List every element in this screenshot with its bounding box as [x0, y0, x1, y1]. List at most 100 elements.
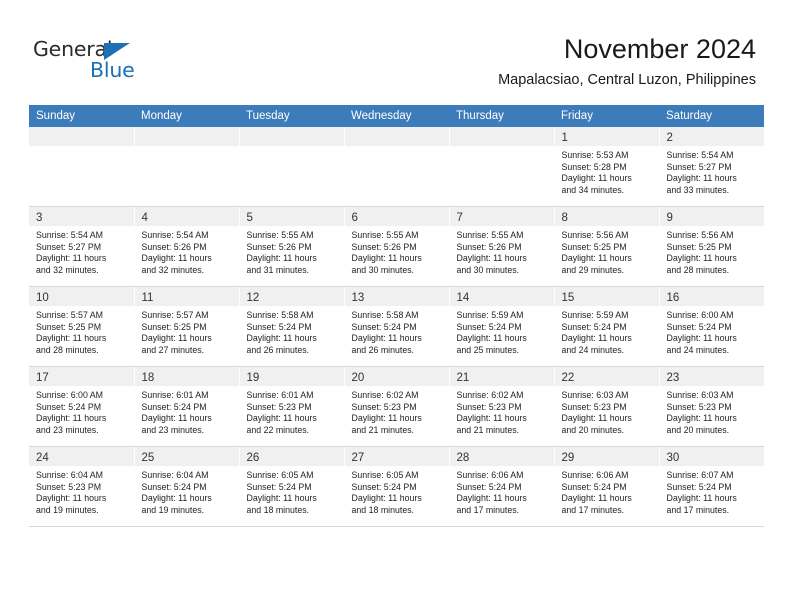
- day-detail-list: Sunrise: 6:04 AM Sunset: 5:24 PM Daylight:…: [135, 466, 239, 516]
- calendar-day-cell[interactable]: 25 Sunrise: 6:04 AM Sunset: 5:24 PM Dayligh…: [134, 446, 240, 527]
- calendar-day-cell[interactable]: 1 Sunrise: 5:53 AM Sunset: 5:28 PM Daylight…: [554, 127, 660, 207]
- day-number: 8: [561, 212, 568, 224]
- calendar-cell-inner: 21 Sunrise: 6:02 AM Sunset: 5:23 PM Dayligh…: [449, 367, 554, 446]
- calendar-day-cell[interactable]: 22 Sunrise: 6:03 AM Sunset: 5:23 PM Dayligh…: [554, 366, 660, 447]
- calendar-cell-inner: 14 Sunrise: 5:59 AM Sunset: 5:24 PM Dayligh…: [449, 287, 554, 366]
- calendar-cell-empty: [29, 127, 135, 207]
- calendar-cell-empty: [449, 127, 555, 207]
- calendar-week-row: 3 Sunrise: 5:54 AM Sunset: 5:27 PM Daylight…: [29, 206, 764, 287]
- calendar-day-cell[interactable]: 21 Sunrise: 6:02 AM Sunset: 5:23 PM Dayligh…: [449, 366, 555, 447]
- calendar-day-cell[interactable]: 16 Sunrise: 6:00 AM Sunset: 5:24 PM Dayligh…: [659, 286, 765, 367]
- calendar-day-cell[interactable]: 10 Sunrise: 5:57 AM Sunset: 5:25 PM Dayligh…: [29, 286, 135, 367]
- calendar-day-cell[interactable]: 9 Sunrise: 5:56 AM Sunset: 5:25 PM Daylight…: [659, 206, 764, 287]
- day-detail-line: Sunset: 5:24 PM: [141, 481, 207, 492]
- day-detail-line: Daylight: 11 hours: [666, 493, 737, 504]
- day-detail-list: [29, 146, 134, 150]
- day-detail-list: [135, 146, 239, 150]
- day-number-band: 25: [134, 447, 239, 466]
- day-detail-line: and 18 minutes.: [246, 504, 310, 515]
- general-blue-logo[interactable]: General Blue: [33, 38, 233, 86]
- calendar-day-cell[interactable]: 18 Sunrise: 6:01 AM Sunset: 5:24 PM Dayligh…: [134, 366, 240, 447]
- calendar-day-cell[interactable]: 7 Sunrise: 5:55 AM Sunset: 5:26 PM Daylight…: [449, 206, 555, 287]
- day-detail-list: Sunrise: 6:00 AM Sunset: 5:24 PM Daylight:…: [660, 306, 765, 356]
- day-detail-line: Daylight: 11 hours: [141, 333, 212, 344]
- calendar-day-cell[interactable]: 20 Sunrise: 6:02 AM Sunset: 5:23 PM Dayligh…: [344, 366, 450, 447]
- day-detail-line: and 25 minutes.: [456, 344, 520, 355]
- calendar-day-cell[interactable]: 24 Sunrise: 6:04 AM Sunset: 5:23 PM Dayligh…: [29, 446, 135, 527]
- calendar-day-cell[interactable]: 6 Sunrise: 5:55 AM Sunset: 5:26 PM Daylight…: [344, 206, 450, 287]
- day-detail-line: Sunset: 5:24 PM: [351, 321, 417, 332]
- calendar-cell-inner: [134, 127, 239, 206]
- day-detail-line: and 22 minutes.: [246, 424, 310, 435]
- calendar-day-cell[interactable]: 19 Sunrise: 6:01 AM Sunset: 5:23 PM Dayligh…: [239, 366, 345, 447]
- day-number-band: 15: [554, 287, 659, 306]
- calendar-cell-inner: 8 Sunrise: 5:56 AM Sunset: 5:25 PM Daylight…: [554, 207, 659, 286]
- day-number: 16: [666, 292, 680, 304]
- day-number: 2: [666, 132, 673, 144]
- day-detail-line: Daylight: 11 hours: [141, 413, 212, 424]
- day-detail-line: Sunrise: 5:58 AM: [351, 310, 419, 320]
- day-detail-line: Sunset: 5:25 PM: [561, 241, 627, 252]
- day-detail-line: Daylight: 11 hours: [351, 493, 422, 504]
- calendar-day-cell[interactable]: 28 Sunrise: 6:06 AM Sunset: 5:24 PM Dayligh…: [449, 446, 555, 527]
- day-detail-line: Sunset: 5:25 PM: [666, 241, 732, 252]
- calendar-cell-inner: 10 Sunrise: 5:57 AM Sunset: 5:25 PM Dayligh…: [29, 287, 134, 366]
- calendar-day-cell[interactable]: 15 Sunrise: 5:59 AM Sunset: 5:24 PM Dayligh…: [554, 286, 660, 367]
- calendar-cell-inner: 9 Sunrise: 5:56 AM Sunset: 5:25 PM Daylight…: [659, 207, 764, 286]
- calendar-cell-inner: 13 Sunrise: 5:58 AM Sunset: 5:24 PM Dayligh…: [344, 287, 449, 366]
- day-detail-line: Sunrise: 5:54 AM: [36, 230, 103, 240]
- day-number: 22: [561, 372, 575, 384]
- day-detail-line: and 17 minutes.: [666, 504, 730, 515]
- day-detail-line: Sunset: 5:25 PM: [36, 321, 102, 332]
- calendar-day-cell[interactable]: 29 Sunrise: 6:06 AM Sunset: 5:24 PM Dayligh…: [554, 446, 660, 527]
- day-detail-line: Sunset: 5:24 PM: [141, 401, 207, 412]
- calendar-day-cell[interactable]: 26 Sunrise: 6:05 AM Sunset: 5:24 PM Dayligh…: [239, 446, 345, 527]
- day-detail-line: and 21 minutes.: [351, 424, 415, 435]
- logo-text-general: General: [33, 37, 113, 61]
- day-detail-line: Sunset: 5:23 PM: [246, 401, 312, 412]
- calendar-day-cell[interactable]: 11 Sunrise: 5:57 AM Sunset: 5:25 PM Dayligh…: [134, 286, 240, 367]
- calendar-day-cell[interactable]: 12 Sunrise: 5:58 AM Sunset: 5:24 PM Dayligh…: [239, 286, 345, 367]
- day-detail-list: Sunrise: 6:05 AM Sunset: 5:24 PM Daylight:…: [240, 466, 344, 516]
- day-detail-list: Sunrise: 6:06 AM Sunset: 5:24 PM Daylight:…: [555, 466, 659, 516]
- day-number-band: [449, 127, 554, 146]
- calendar-day-cell[interactable]: 8 Sunrise: 5:56 AM Sunset: 5:25 PM Daylight…: [554, 206, 660, 287]
- day-detail-list: Sunrise: 5:54 AM Sunset: 5:27 PM Daylight:…: [660, 146, 765, 196]
- calendar-cell-inner: 18 Sunrise: 6:01 AM Sunset: 5:24 PM Dayligh…: [134, 367, 239, 446]
- day-detail-line: Sunset: 5:26 PM: [456, 241, 522, 252]
- day-detail-line: Sunset: 5:27 PM: [36, 241, 102, 252]
- calendar-day-cell[interactable]: 2 Sunrise: 5:54 AM Sunset: 5:27 PM Daylight…: [659, 127, 764, 207]
- day-detail-line: and 19 minutes.: [36, 504, 99, 515]
- day-detail-list: Sunrise: 6:04 AM Sunset: 5:23 PM Daylight:…: [29, 466, 134, 516]
- calendar-cell-inner: [344, 127, 449, 206]
- day-detail-line: and 26 minutes.: [351, 344, 415, 355]
- day-detail-line: Sunrise: 6:00 AM: [666, 310, 734, 320]
- calendar-week-row: 10 Sunrise: 5:57 AM Sunset: 5:25 PM Dayligh…: [29, 286, 765, 367]
- day-detail-line: Daylight: 11 hours: [561, 413, 632, 424]
- day-number-band: 17: [29, 367, 134, 386]
- day-number: 1: [561, 132, 568, 144]
- day-detail-line: and 21 minutes.: [456, 424, 520, 435]
- calendar-cell-inner: 3 Sunrise: 5:54 AM Sunset: 5:27 PM Daylight…: [29, 207, 134, 286]
- calendar-day-cell[interactable]: 4 Sunrise: 5:54 AM Sunset: 5:26 PM Daylight…: [134, 206, 240, 287]
- calendar-day-cell[interactable]: 23 Sunrise: 6:03 AM Sunset: 5:23 PM Dayligh…: [659, 366, 764, 447]
- calendar-cell-inner: 27 Sunrise: 6:05 AM Sunset: 5:24 PM Dayligh…: [344, 447, 449, 526]
- calendar-day-cell[interactable]: 30 Sunrise: 6:07 AM Sunset: 5:24 PM Dayligh…: [659, 446, 764, 527]
- day-detail-line: Daylight: 11 hours: [456, 253, 527, 264]
- day-detail-line: Sunrise: 6:03 AM: [666, 390, 734, 400]
- calendar-cell-inner: 16 Sunrise: 6:00 AM Sunset: 5:24 PM Dayligh…: [659, 287, 765, 366]
- day-detail-line: and 17 minutes.: [456, 504, 520, 515]
- calendar-day-cell[interactable]: 27 Sunrise: 6:05 AM Sunset: 5:24 PM Dayligh…: [344, 446, 450, 527]
- day-detail-line: Daylight: 11 hours: [351, 333, 422, 344]
- day-detail-list: Sunrise: 6:06 AM Sunset: 5:24 PM Daylight:…: [450, 466, 554, 516]
- day-number: 25: [141, 452, 155, 464]
- calendar-day-cell[interactable]: 13 Sunrise: 5:58 AM Sunset: 5:24 PM Dayligh…: [344, 286, 450, 367]
- day-number: 12: [246, 292, 260, 304]
- calendar-day-cell[interactable]: 17 Sunrise: 6:00 AM Sunset: 5:24 PM Dayligh…: [29, 366, 135, 447]
- day-detail-line: Sunrise: 6:06 AM: [456, 470, 524, 480]
- calendar-day-cell[interactable]: 3 Sunrise: 5:54 AM Sunset: 5:27 PM Daylight…: [29, 206, 135, 287]
- day-number-band: 12: [239, 287, 344, 306]
- calendar-day-cell[interactable]: 5 Sunrise: 5:55 AM Sunset: 5:26 PM Daylight…: [239, 206, 345, 287]
- calendar-day-cell[interactable]: 14 Sunrise: 5:59 AM Sunset: 5:24 PM Dayligh…: [449, 286, 555, 367]
- day-detail-line: Sunset: 5:26 PM: [351, 241, 417, 252]
